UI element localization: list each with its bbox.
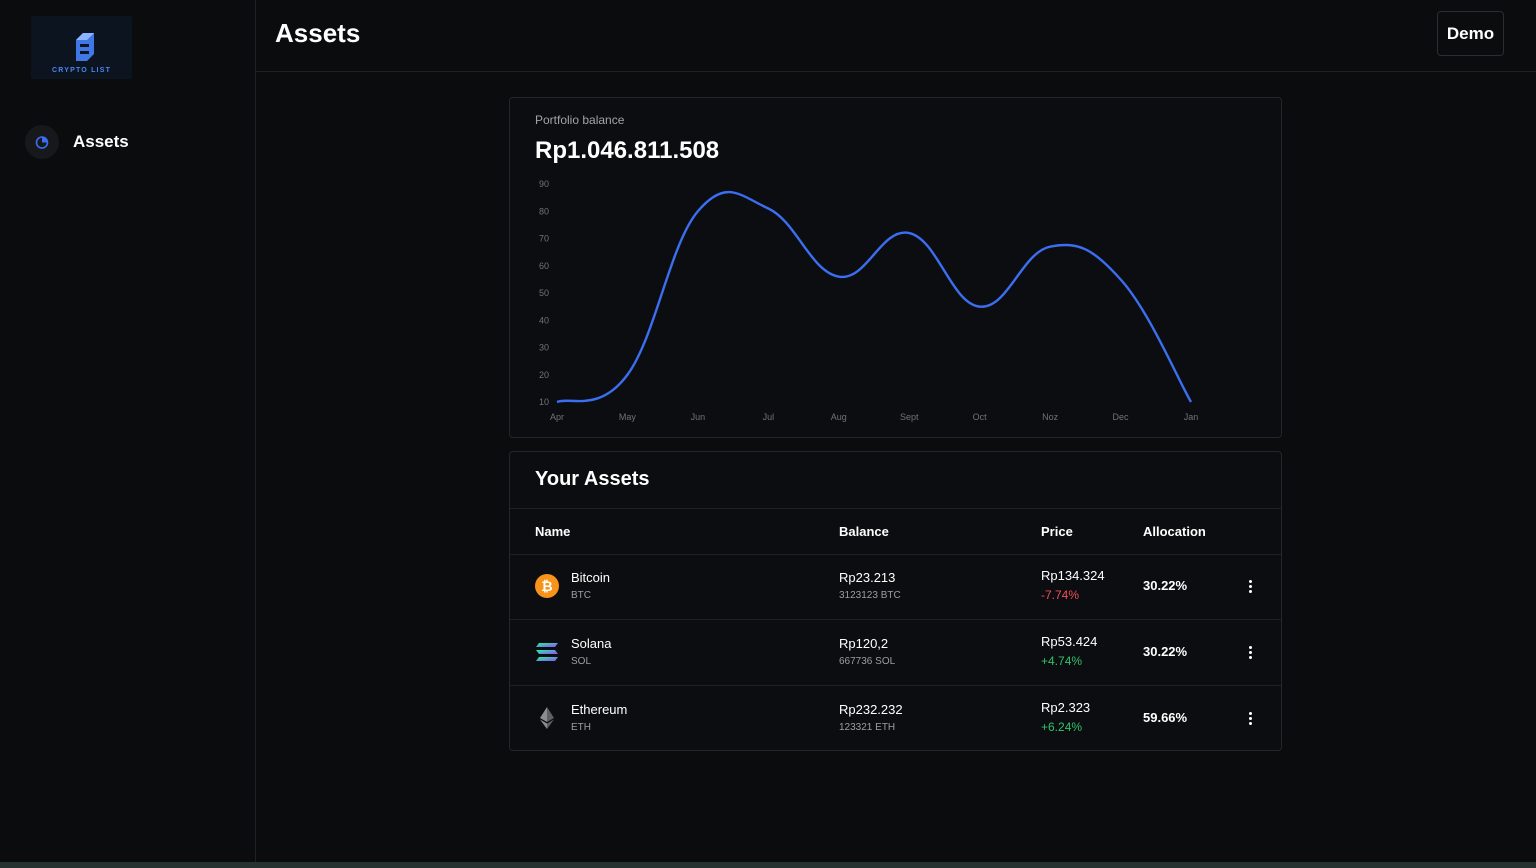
asset-name: Solana — [571, 636, 612, 651]
logo-text: CRYPTO LIST — [51, 67, 112, 74]
asset-price-change: +6.24% — [1041, 720, 1083, 734]
solana-icon — [536, 643, 558, 661]
column-header-allocation: Allocation — [1143, 524, 1206, 539]
assets-title: Your Assets — [535, 468, 650, 490]
y-tick-label: 10 — [539, 397, 549, 407]
x-tick-label: Sept — [900, 412, 919, 422]
app-logo[interactable]: CRYPTO LIST — [31, 16, 132, 79]
asset-allocation: 30.22% — [1143, 578, 1188, 593]
x-tick-label: Jun — [691, 412, 706, 422]
x-tick-label: Aug — [831, 412, 847, 422]
y-tick-label: 50 — [539, 288, 549, 298]
y-tick-label: 40 — [539, 315, 549, 325]
table-row[interactable]: Solana SOL Rp120,2 667736 SOL Rp53.424 +… — [510, 619, 1281, 686]
portfolio-balance-card: Portfolio balance Rp1.046.811.508 10 20 30… — [509, 97, 1282, 438]
series-line — [556, 190, 1193, 404]
y-tick-label: 80 — [539, 206, 549, 216]
asset-balance-amount: 123321 ETH — [839, 722, 896, 733]
more-options-icon[interactable] — [1242, 575, 1258, 597]
column-header-balance: Balance — [839, 524, 889, 539]
x-tick-label: Oct — [973, 412, 988, 422]
svg-text:₿: ₿ — [541, 579, 552, 595]
column-header-name: Name — [535, 524, 571, 539]
asset-price: Rp2.323 — [1041, 700, 1091, 715]
asset-name: Bitcoin — [571, 570, 611, 585]
sidebar: CRYPTO LIST Assets — [0, 0, 256, 862]
user-menu-button[interactable]: Demo — [1437, 11, 1504, 56]
pie-chart-icon — [25, 125, 59, 159]
x-tick-label: Apr — [550, 412, 564, 422]
y-tick-label: 90 — [539, 179, 549, 189]
table-row[interactable]: Ethereum ETH Rp232.232 123321 ETH Rp2.32… — [510, 685, 1281, 751]
table-row[interactable]: ₿ Bitcoin BTC Rp23.213 3123123 BTC Rp134… — [510, 553, 1281, 620]
asset-price: Rp134.324 — [1041, 568, 1105, 583]
asset-name: Ethereum — [571, 702, 628, 717]
asset-balance-amount: 3123123 BTC — [839, 590, 901, 601]
asset-price: Rp53.424 — [1041, 634, 1098, 649]
column-header-price: Price — [1041, 524, 1073, 539]
asset-symbol: BTC — [571, 590, 591, 601]
sidebar-item-assets[interactable]: Assets — [25, 124, 225, 160]
asset-symbol: SOL — [571, 656, 592, 667]
asset-balance: Rp232.232 — [839, 702, 903, 717]
asset-price-change: +4.74% — [1041, 654, 1083, 668]
more-options-icon[interactable] — [1242, 641, 1258, 663]
asset-allocation: 59.66% — [1143, 710, 1188, 725]
asset-balance: Rp23.213 — [839, 570, 896, 585]
x-tick-label: Jul — [763, 412, 775, 422]
asset-allocation: 30.22% — [1143, 644, 1188, 659]
asset-price-change: -7.74% — [1041, 588, 1080, 602]
portfolio-line-chart: 10 20 30 40 50 60 70 80 90 Apr May Jun Jul Aug Sept Oct… — [539, 179, 1199, 422]
bitcoin-icon: ₿ — [535, 574, 559, 598]
ethereum-icon — [540, 707, 554, 729]
y-tick-label: 30 — [539, 343, 549, 353]
more-options-icon[interactable] — [1242, 707, 1258, 729]
y-tick-label: 70 — [539, 234, 549, 244]
y-tick-label: 60 — [539, 261, 549, 271]
table-header: Name Balance Price Allocation — [510, 508, 1281, 555]
top-bar: Assets Demo — [256, 0, 1536, 72]
bottom-strip — [0, 862, 1536, 868]
x-tick-label: Jan — [1184, 412, 1199, 422]
sidebar-item-label: Assets — [73, 132, 129, 151]
asset-symbol: ETH — [571, 722, 591, 733]
asset-balance-amount: 667736 SOL — [839, 656, 896, 667]
x-tick-label: Dec — [1113, 412, 1130, 422]
x-tick-label: May — [619, 412, 637, 422]
page-title: Assets — [275, 18, 361, 48]
y-tick-label: 20 — [539, 370, 549, 380]
asset-balance: Rp120,2 — [839, 636, 889, 651]
assets-card: Your Assets Name Balance Price Allocatio… — [509, 451, 1282, 751]
x-tick-label: Noz — [1042, 412, 1059, 422]
